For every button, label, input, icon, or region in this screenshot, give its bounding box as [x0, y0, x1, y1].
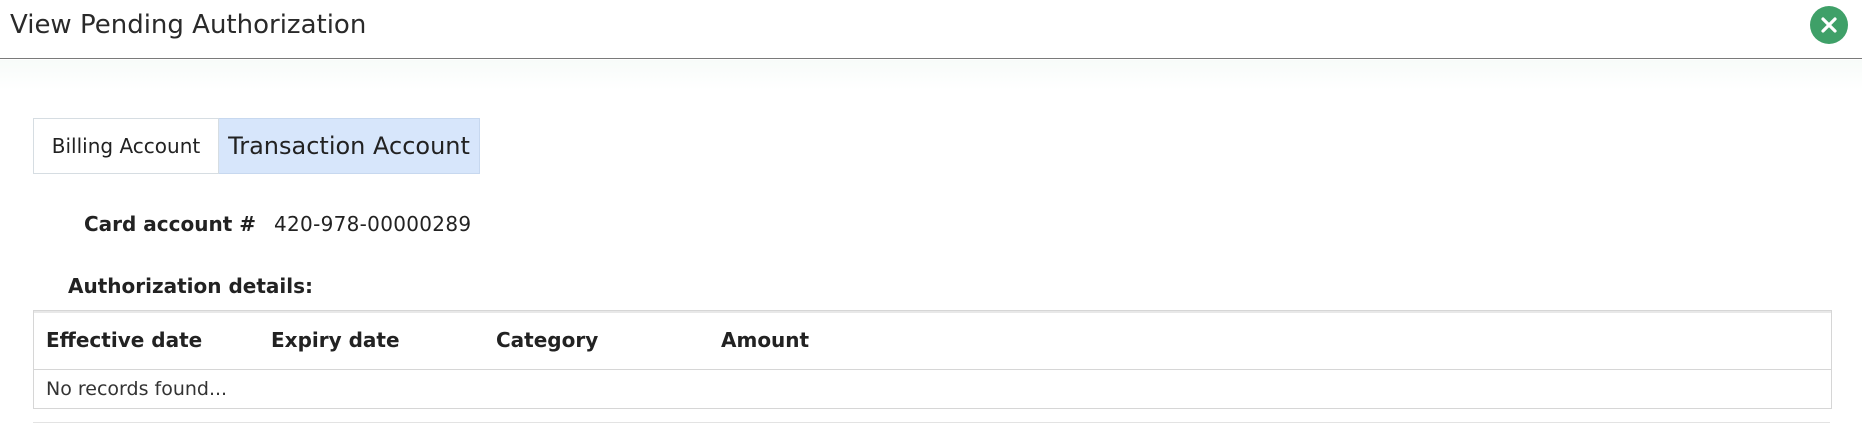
- tab-transaction-account[interactable]: Transaction Account: [219, 118, 480, 174]
- authorization-table: Effective date Expiry date Category Amou…: [33, 310, 1832, 409]
- close-button[interactable]: [1810, 6, 1848, 44]
- dialog-header: View Pending Authorization: [0, 0, 1862, 59]
- table-header: Effective date Expiry date Category Amou…: [34, 311, 1831, 370]
- card-account-value: 420-978-00000289: [274, 212, 472, 236]
- close-icon: [1821, 17, 1837, 33]
- dialog-title: View Pending Authorization: [10, 10, 367, 40]
- column-header-expiry-date[interactable]: Expiry date: [259, 328, 484, 352]
- account-tabs: Billing Account Transaction Account: [33, 118, 480, 174]
- empty-records-message: No records found...: [46, 378, 228, 400]
- card-account-label: Card account #: [83, 212, 256, 236]
- column-header-effective-date[interactable]: Effective date: [34, 328, 259, 352]
- dialog-body: Billing Account Transaction Account Card…: [0, 60, 1862, 439]
- divider: [33, 422, 1830, 423]
- tab-billing-account[interactable]: Billing Account: [33, 118, 219, 174]
- authorization-details-label: Authorization details:: [68, 274, 314, 298]
- column-header-category[interactable]: Category: [484, 328, 709, 352]
- column-header-amount[interactable]: Amount: [709, 328, 934, 352]
